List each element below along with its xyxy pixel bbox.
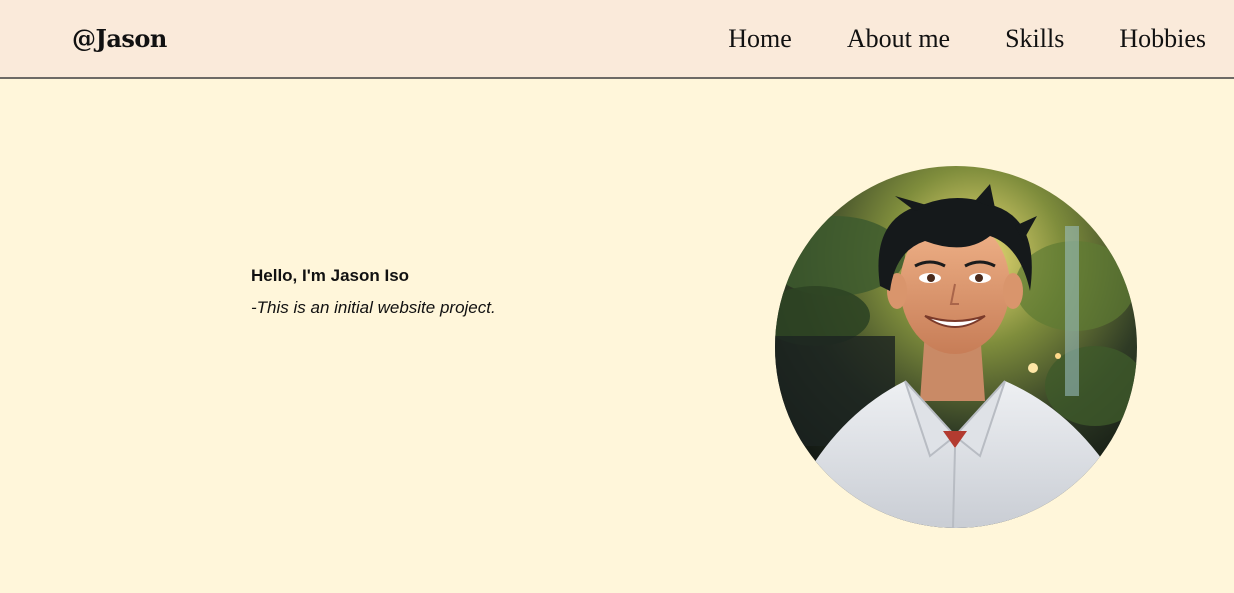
nav-link-skills[interactable]: Skills: [1005, 21, 1064, 57]
hero-text: Hello, I'm Jason Iso -This is an initial…: [251, 265, 496, 319]
hero-title: Hello, I'm Jason Iso: [251, 266, 410, 285]
nav-link-hobbies[interactable]: Hobbies: [1119, 21, 1206, 57]
hero-subtitle: -This is an initial website project.: [251, 298, 496, 317]
navbar: @Jason Home About me Skills Hobbies: [0, 0, 1234, 79]
nav-link-about-me[interactable]: About me: [847, 21, 950, 57]
hero-section: Hello, I'm Jason Iso -This is an initial…: [0, 79, 1234, 593]
brand-logo[interactable]: @Jason: [72, 22, 167, 56]
nav-links: Home About me Skills Hobbies: [673, 21, 1206, 57]
nav-link-home[interactable]: Home: [728, 21, 792, 57]
profile-avatar: [775, 166, 1137, 528]
